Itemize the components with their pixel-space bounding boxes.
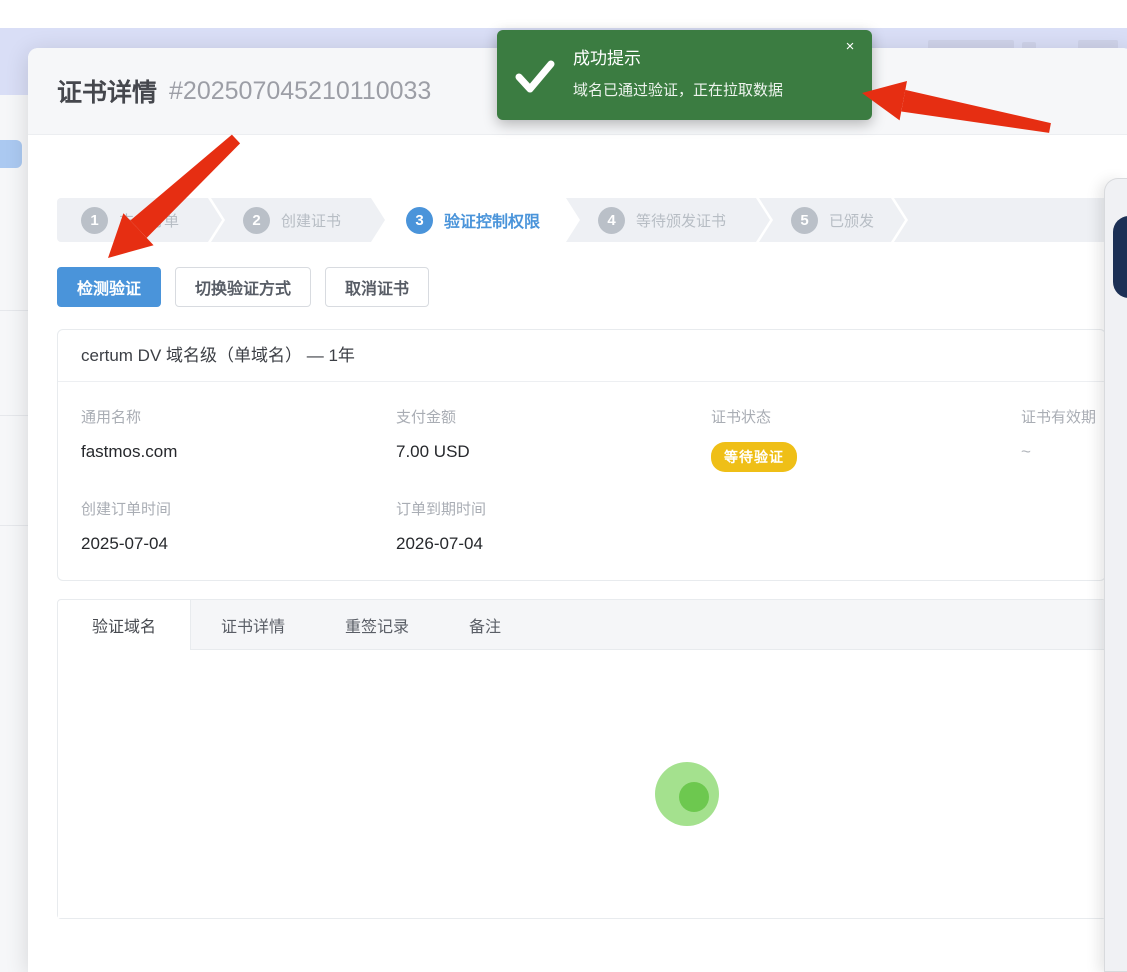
loading-spinner-core	[679, 782, 709, 812]
toast-message: 域名已通过验证，正在拉取数据	[573, 79, 783, 100]
field-label: 支付金额	[396, 406, 711, 427]
step-pay-order: 1 支付订单	[57, 198, 222, 242]
step-verify-control: 3 验证控制权限	[374, 198, 577, 242]
order-number: #202507045210110033	[169, 77, 431, 106]
switch-verification-method-button[interactable]: 切换验证方式	[175, 267, 311, 307]
step-number: 1	[81, 207, 108, 234]
common-name-value: fastmos.com	[81, 442, 396, 462]
field-created-time: 创建订单时间 2025-07-04	[81, 498, 396, 554]
close-icon[interactable]: ×	[841, 38, 859, 56]
product-title: certum DV 域名级（单域名） — 1年	[58, 330, 1105, 382]
field-label: 证书有效期	[1021, 406, 1105, 427]
amount-value: 7.00 USD	[396, 442, 711, 462]
tab-content-loading-area	[58, 650, 1105, 918]
step-number: 3	[406, 207, 433, 234]
step-bar-filler	[894, 198, 1127, 242]
tab-cert-details[interactable]: 证书详情	[191, 600, 315, 649]
tab-remarks[interactable]: 备注	[439, 600, 531, 649]
field-label: 证书状态	[711, 406, 1021, 427]
field-status: 证书状态 等待验证	[711, 406, 1021, 472]
step-issued: 5 已颁发	[759, 198, 905, 242]
check-verification-button[interactable]: 检测验证	[57, 267, 161, 307]
step-number: 5	[791, 207, 818, 234]
background-top-strip	[0, 0, 1127, 28]
tab-reissue-records[interactable]: 重签记录	[315, 600, 439, 649]
action-button-row: 检测验证 切换验证方式 取消证书	[57, 267, 1127, 307]
field-label: 订单到期时间	[396, 498, 711, 519]
step-label: 等待颁发证书	[636, 210, 726, 231]
created-time-value: 2025-07-04	[81, 534, 396, 554]
step-wait-issue: 4 等待颁发证书	[566, 198, 770, 242]
status-badge: 等待验证	[711, 442, 797, 472]
side-drawer-peek	[1104, 178, 1127, 972]
modal-title: 证书详情	[57, 73, 157, 109]
check-icon	[514, 58, 556, 94]
drawer-action-button[interactable]	[1113, 216, 1127, 298]
step-label: 验证控制权限	[444, 208, 540, 232]
cancel-certificate-button[interactable]: 取消证书	[325, 267, 429, 307]
detail-tabs-box: 验证域名 证书详情 重签记录 备注	[57, 599, 1106, 919]
step-create-cert: 2 创建证书	[211, 198, 385, 242]
step-number: 2	[243, 207, 270, 234]
field-amount: 支付金额 7.00 USD	[396, 406, 711, 472]
tab-verify-domain[interactable]: 验证域名	[58, 600, 191, 650]
certificate-detail-modal: 证书详情 #202507045210110033 1 支付订单 2 创建证书 3…	[28, 48, 1127, 972]
expire-time-value: 2026-07-04	[396, 534, 711, 554]
field-validity: 证书有效期 ~	[1021, 406, 1105, 472]
toast-title: 成功提示	[573, 44, 641, 69]
field-expire-time: 订单到期时间 2026-07-04	[396, 498, 711, 554]
success-toast: 成功提示 域名已通过验证，正在拉取数据 ×	[497, 30, 872, 120]
tab-bar: 验证域名 证书详情 重签记录 备注	[58, 600, 1105, 650]
field-label: 通用名称	[81, 406, 396, 427]
validity-value: ~	[1021, 442, 1105, 462]
field-common-name: 通用名称 fastmos.com	[81, 406, 396, 472]
progress-steps: 1 支付订单 2 创建证书 3 验证控制权限 4 等待颁发证书 5 已颁发	[57, 198, 1127, 242]
background-sidebar-item	[0, 140, 22, 168]
step-label: 创建证书	[281, 210, 341, 231]
field-label: 创建订单时间	[81, 498, 396, 519]
step-label: 已颁发	[829, 210, 874, 231]
step-number: 4	[598, 207, 625, 234]
certificate-info-panel: certum DV 域名级（单域名） — 1年 通用名称 fastmos.com…	[57, 329, 1106, 581]
step-label: 支付订单	[119, 210, 179, 231]
loading-spinner-icon	[655, 762, 719, 826]
